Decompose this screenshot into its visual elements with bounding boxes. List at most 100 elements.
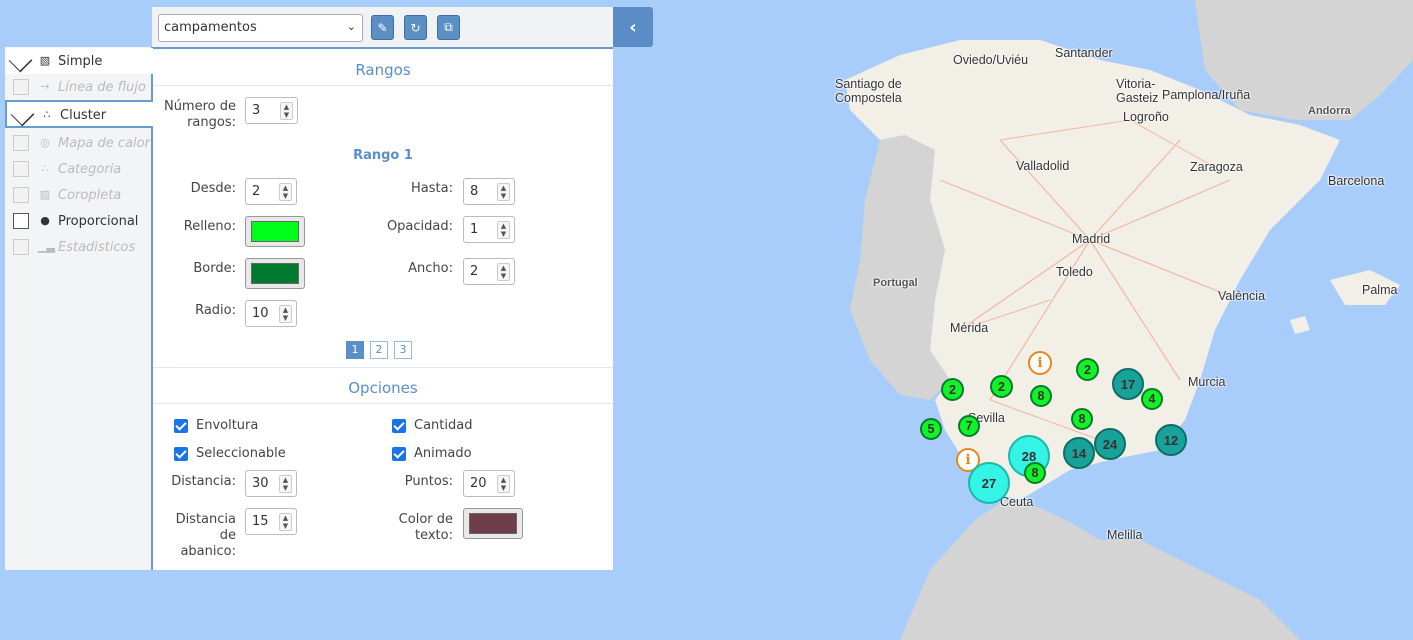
cluster-marker[interactable]: 14: [1063, 437, 1095, 469]
sidebar-item-linea-de-flujo: → Línea de flujo: [5, 74, 153, 100]
checkbox-checked-icon[interactable]: [174, 446, 188, 461]
animado-checkbox[interactable]: Animado: [392, 446, 472, 461]
map-label-palma: Palma: [1362, 283, 1398, 297]
simple-icon: ▧: [39, 54, 51, 67]
sidebar-item-cluster[interactable]: ∴ Cluster: [5, 100, 155, 128]
cluster-marker[interactable]: 8: [1024, 462, 1046, 484]
map-label-vitoria: Vitoria-Gasteiz: [1116, 77, 1166, 105]
sidebar-checkbox[interactable]: [13, 213, 29, 229]
map-label-pamplona: Pamplona/Iruña: [1162, 88, 1251, 102]
cluster-marker[interactable]: 2: [990, 375, 1013, 398]
distancia-input[interactable]: 30 ▲ ▼: [245, 470, 297, 497]
cluster-marker[interactable]: 24: [1094, 428, 1126, 460]
radio-label: Radio:: [195, 303, 236, 318]
sidebar-item-simple[interactable]: ▧ Simple: [5, 48, 153, 74]
borde-color-button[interactable]: [245, 258, 305, 289]
relleno-label: Relleno:: [183, 219, 236, 234]
spinner-arrows-icon[interactable]: ▲ ▼: [497, 475, 510, 493]
spinner-arrows-icon[interactable]: ▲ ▼: [497, 263, 510, 281]
map-label-madrid: Madrid: [1072, 232, 1111, 246]
relleno-color-button[interactable]: [245, 216, 305, 247]
sidebar-item-label: Coropleta: [58, 188, 122, 203]
collapse-panel-button[interactable]: ‹: [613, 7, 653, 47]
cluster-icon: ∴: [43, 108, 51, 121]
checkbox-checked-icon[interactable]: [392, 418, 406, 433]
map-label-melilla: Melilla: [1107, 528, 1143, 542]
num-rangos-label: Número de rangos:: [163, 99, 236, 130]
chevron-left-icon: ‹: [629, 16, 637, 38]
map-label-valencia: València: [1218, 289, 1266, 303]
ancho-input[interactable]: 2 ▲ ▼: [463, 258, 515, 285]
map-label-murcia: Murcia: [1188, 375, 1226, 389]
spinner-arrows-icon[interactable]: ▲ ▼: [279, 513, 292, 531]
copy-icon: ⧉: [444, 20, 453, 34]
sidebar-item-proporcional[interactable]: ● Proporcional: [5, 208, 153, 234]
spinner-arrows-icon[interactable]: ▲ ▼: [497, 221, 510, 239]
refresh-button[interactable]: ↻: [404, 15, 427, 40]
envoltura-checkbox[interactable]: Envoltura: [174, 418, 258, 433]
spinner-arrows-icon[interactable]: ▲ ▼: [280, 102, 293, 120]
radio-input[interactable]: 10 ▲ ▼: [245, 300, 297, 327]
layer-select-value: campamentos: [164, 20, 257, 35]
checkbox-checked-icon[interactable]: [174, 418, 188, 433]
sidebar-checkbox: [13, 187, 29, 203]
puntos-input[interactable]: 20 ▲ ▼: [463, 470, 515, 497]
color-texto-label: Color de texto:: [398, 512, 453, 543]
checkbox-checked-icon[interactable]: [392, 446, 406, 461]
choropleth-icon: ▨: [39, 188, 51, 201]
info-marker-icon[interactable]: i: [1028, 351, 1052, 375]
cluster-marker[interactable]: 4: [1141, 388, 1163, 410]
distancia-abanico-label: Distancia de abanico:: [175, 512, 236, 559]
map-label-santander: Santander: [1055, 46, 1113, 60]
map-label-santiago-text: Santiago de Compostela: [835, 77, 902, 105]
distancia-label: Distancia:: [171, 474, 236, 489]
sidebar-checkbox: [13, 161, 29, 177]
spinner-arrows-icon[interactable]: ▲ ▼: [279, 183, 292, 201]
desde-input[interactable]: 2 ▲ ▼: [245, 178, 297, 205]
sidebar-checkbox[interactable]: [15, 107, 31, 123]
distancia-abanico-value: 15: [252, 514, 269, 529]
color-texto-button[interactable]: [463, 508, 523, 539]
spinner-arrows-icon[interactable]: ▲ ▼: [279, 475, 292, 493]
map-label-toledo: Toledo: [1056, 265, 1093, 279]
bar-chart-icon: ▁▃: [38, 240, 55, 253]
sidebar-checkbox: [13, 135, 29, 151]
layer-select[interactable]: campamentos ⌄: [158, 14, 363, 42]
borde-label: Borde:: [193, 261, 236, 276]
range-page-2[interactable]: 2: [370, 341, 388, 359]
range-page-1[interactable]: 1: [346, 341, 364, 359]
radio-value: 10: [252, 306, 269, 321]
brush-button[interactable]: ✎: [371, 15, 394, 40]
borde-color-swatch: [251, 263, 299, 284]
cluster-marker[interactable]: 12: [1155, 424, 1187, 456]
rango-title: Rango 1: [353, 148, 413, 163]
sidebar-item-categoria: ∴ Categoria: [5, 156, 153, 182]
brush-icon: ✎: [377, 20, 388, 35]
cluster-marker[interactable]: 2: [1076, 358, 1099, 381]
cluster-marker[interactable]: 7: [958, 415, 980, 437]
distancia-abanico-input[interactable]: 15 ▲ ▼: [245, 508, 297, 535]
map-label-zaragoza: Zaragoza: [1190, 160, 1243, 174]
envoltura-label: Envoltura: [196, 418, 259, 433]
arrow-right-icon: →: [40, 80, 50, 93]
refresh-icon: ↻: [410, 20, 421, 35]
copy-button[interactable]: ⧉: [437, 15, 460, 40]
num-rangos-input[interactable]: 3 ▲ ▼: [245, 97, 298, 124]
range-page-3[interactable]: 3: [394, 341, 412, 359]
cluster-marker[interactable]: 8: [1071, 408, 1093, 430]
seleccionable-checkbox[interactable]: Seleccionable: [174, 446, 286, 461]
sidebar-checkbox[interactable]: [13, 53, 29, 69]
sidebar-item-label: Simple: [58, 54, 103, 69]
cluster-marker[interactable]: 2: [941, 378, 964, 401]
cantidad-checkbox[interactable]: Cantidad: [392, 418, 472, 433]
sidebar-item-coropleta: ▨ Coropleta: [5, 182, 153, 208]
divider: [153, 367, 613, 368]
spinner-arrows-icon[interactable]: ▲ ▼: [497, 183, 510, 201]
cluster-marker[interactable]: 17: [1112, 368, 1144, 400]
hasta-input[interactable]: 8 ▲ ▼: [463, 178, 515, 205]
opacidad-input[interactable]: 1 ▲ ▼: [463, 216, 515, 243]
cluster-marker[interactable]: 5: [920, 418, 942, 440]
cluster-marker[interactable]: 8: [1030, 385, 1052, 407]
spinner-arrows-icon[interactable]: ▲ ▼: [279, 305, 292, 323]
cluster-marker[interactable]: 27: [968, 462, 1010, 504]
